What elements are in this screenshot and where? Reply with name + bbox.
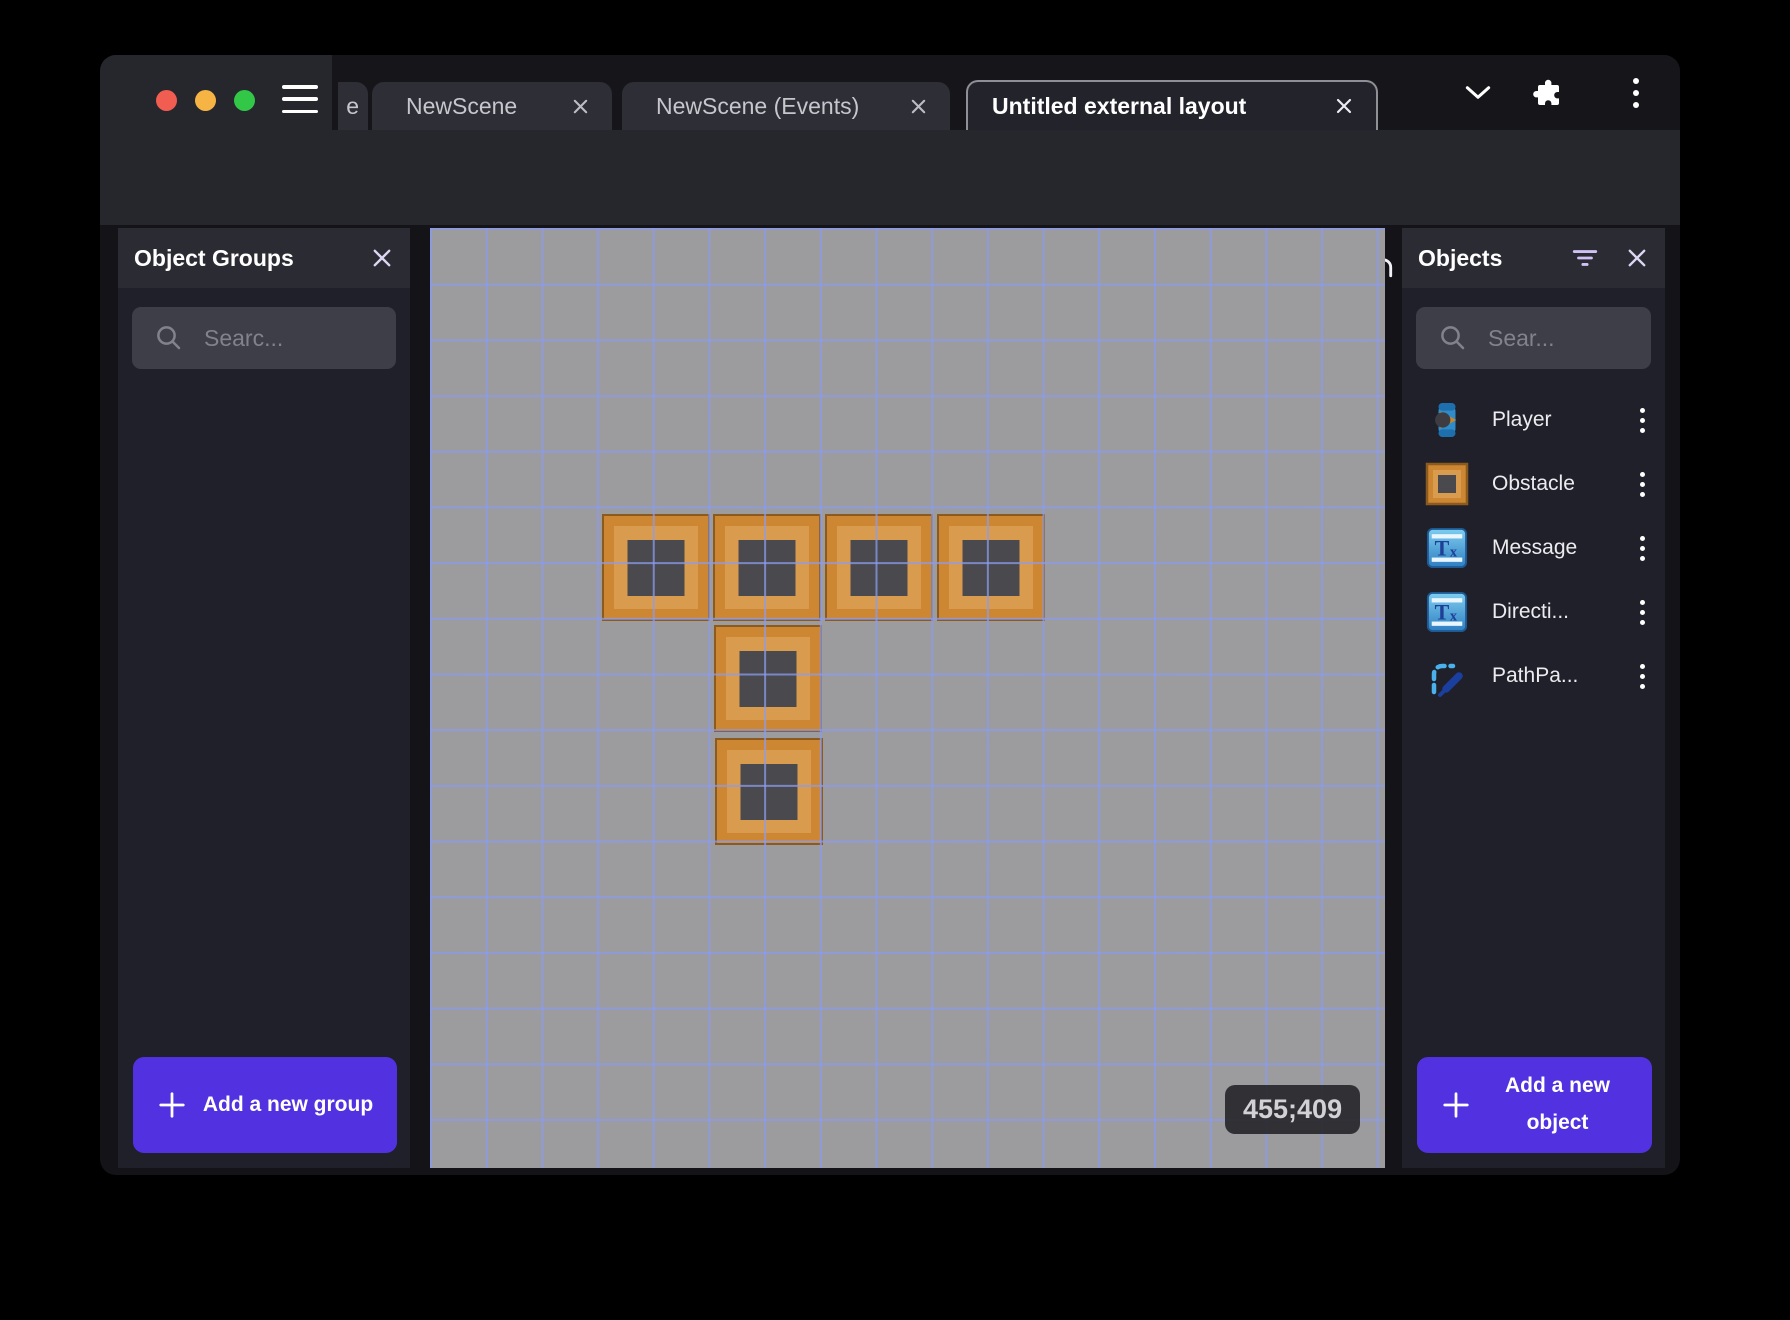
plus-icon: [157, 1090, 187, 1120]
group-search-box: [132, 307, 396, 369]
group-search-input[interactable]: [204, 324, 389, 352]
objects-header: Objects: [1402, 228, 1665, 288]
more-dots-icon[interactable]: [1632, 55, 1640, 130]
obstacle-instance[interactable]: [715, 738, 823, 845]
add-object-button[interactable]: Add a new object: [1417, 1057, 1652, 1153]
close-icon[interactable]: [370, 246, 394, 270]
search-icon: [1441, 326, 1465, 350]
close-icon[interactable]: [909, 97, 928, 116]
titlebar: e NewScene NewScene (Events) Untitled ex…: [100, 55, 1680, 130]
obstacle-instance[interactable]: [937, 514, 1045, 621]
hamburger-icon[interactable]: [282, 85, 318, 113]
obstacle-sprite-icon: [1424, 462, 1470, 506]
add-object-label: Add a new object: [1504, 1074, 1610, 1134]
tab-label: e: [346, 92, 359, 119]
window-minimize-icon[interactable]: [195, 90, 216, 111]
object-menu-dots-icon[interactable]: [1634, 658, 1651, 695]
tab-clipped[interactable]: e: [338, 82, 368, 130]
svg-text:T: T: [1435, 600, 1450, 625]
object-search-box: [1416, 307, 1651, 369]
object-list: Player Obstacle Tx Message T x Directi..…: [1402, 388, 1665, 708]
object-row-message[interactable]: Tx Message: [1402, 516, 1665, 580]
tab-untitled-external-layout[interactable]: Untitled external layout: [966, 80, 1378, 130]
canvas-grid: [430, 228, 1385, 1168]
add-group-label: Add a new group: [202, 1092, 374, 1116]
chevron-down-icon[interactable]: [1465, 55, 1491, 130]
filter-icon[interactable]: [1571, 248, 1599, 268]
toolbar: Preview Publish: [100, 130, 1680, 293]
svg-text:x: x: [1450, 545, 1458, 561]
window-controls: [156, 90, 255, 111]
obstacle-instance[interactable]: [602, 514, 710, 621]
obstacle-instance[interactable]: [714, 625, 822, 732]
close-icon[interactable]: [1625, 246, 1649, 270]
panel-title: Object Groups: [134, 244, 294, 271]
object-groups-header: Object Groups: [118, 228, 410, 288]
object-label: PathPa...: [1492, 664, 1579, 687]
cursor-coordinates-badge: 455;409: [1225, 1085, 1361, 1134]
obstacle-instance[interactable]: [825, 514, 933, 621]
add-group-button[interactable]: Add a new group: [133, 1057, 397, 1153]
object-row-obstacle[interactable]: Obstacle: [1402, 452, 1665, 516]
object-label: Message: [1492, 536, 1578, 559]
plus-icon: [1441, 1090, 1471, 1120]
desktop: e NewScene NewScene (Events) Untitled ex…: [0, 0, 1790, 1320]
object-row-player[interactable]: Player: [1402, 388, 1665, 452]
object-label: Player: [1492, 408, 1552, 431]
close-icon[interactable]: [571, 97, 590, 116]
panel-title: Objects: [1418, 244, 1503, 271]
window-zoom-icon[interactable]: [234, 90, 255, 111]
tab-label: NewScene: [406, 92, 518, 119]
object-row-pathpaint[interactable]: PathPa...: [1402, 644, 1665, 708]
svg-text:x: x: [1450, 609, 1458, 625]
object-menu-dots-icon[interactable]: [1634, 402, 1651, 439]
object-row-directions[interactable]: Tx Directi...: [1402, 580, 1665, 644]
object-groups-panel: Object Groups Add a new group: [118, 228, 410, 1168]
object-label: Obstacle: [1492, 472, 1575, 495]
window-close-icon[interactable]: [156, 90, 177, 111]
obstacle-instance[interactable]: [713, 514, 821, 621]
objects-panel: Objects Player: [1402, 228, 1665, 1168]
gdevelop-window: e NewScene NewScene (Events) Untitled ex…: [100, 55, 1680, 1175]
object-menu-dots-icon[interactable]: [1634, 594, 1651, 631]
search-icon: [157, 326, 181, 350]
extensions-puzzle-icon[interactable]: [1532, 55, 1564, 130]
text-object-icon: Tx: [1424, 591, 1470, 633]
object-search-input[interactable]: [1488, 324, 1651, 352]
text-object-icon: Tx: [1424, 527, 1470, 569]
object-menu-dots-icon[interactable]: [1634, 530, 1651, 567]
tab-label: Untitled external layout: [992, 92, 1247, 119]
object-label: Directi...: [1492, 600, 1570, 623]
path-paint-icon: [1424, 654, 1470, 698]
close-icon[interactable]: [1334, 96, 1354, 116]
svg-text:T: T: [1435, 536, 1450, 561]
object-menu-dots-icon[interactable]: [1634, 466, 1651, 503]
player-sprite-icon: [1424, 400, 1470, 440]
tab-newscene[interactable]: NewScene: [372, 82, 612, 130]
tab-newscene-events[interactable]: NewScene (Events): [622, 82, 950, 130]
tab-label: NewScene (Events): [656, 92, 860, 119]
scene-canvas[interactable]: 455;409: [430, 228, 1385, 1168]
